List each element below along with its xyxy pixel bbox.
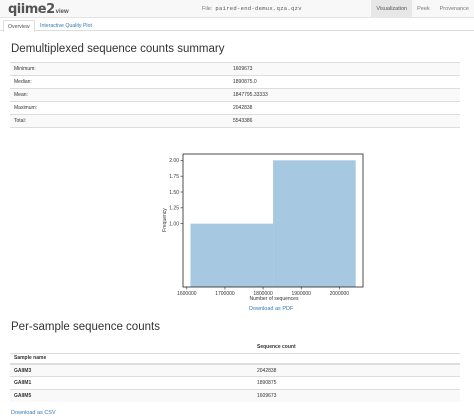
- y-tick-label: 1.00: [169, 221, 179, 227]
- sample-count: 1609673: [253, 388, 460, 402]
- summary-table: Minimum: 1609673 Median: 1890875.0 Mean: 18…: [10, 62, 460, 128]
- sample-count: 1890875: [253, 376, 460, 389]
- sample-count: 2042838: [253, 363, 460, 377]
- download-pdf-link[interactable]: Download as PDF: [249, 306, 293, 312]
- table-header-row: Sequence count: [10, 342, 460, 353]
- empty-header-cell: [253, 352, 460, 365]
- sample-name: GAIIM1: [10, 376, 253, 389]
- tab-visualization[interactable]: Visualization: [371, 0, 413, 18]
- view-tabs: Visualization Peek Provenance: [371, 0, 474, 18]
- logo-sub-text: view: [55, 9, 69, 15]
- table-row: Maximum: 2042838: [10, 101, 460, 115]
- summary-label: Mean:: [10, 88, 229, 102]
- x-tick-label: 1600000: [177, 291, 197, 297]
- file-label: File:: [202, 6, 213, 12]
- y-tick-label: 2.00: [169, 158, 179, 164]
- per-sample-title: Per-sample sequence counts: [11, 321, 160, 333]
- sequence-count-histogram: Frequency Number of sequences 1600000 170…: [152, 148, 374, 308]
- x-tick-label: 1800000: [253, 291, 273, 297]
- sample-name: GAIIM5: [10, 388, 253, 402]
- tab-provenance[interactable]: Provenance: [435, 0, 474, 18]
- table-row: GAIIM3 2042838: [10, 363, 460, 377]
- logo-text: qiime2: [8, 2, 55, 17]
- download-csv-link[interactable]: Download as CSV: [11, 410, 56, 416]
- column-header-sequence-count[interactable]: Sequence count: [253, 342, 460, 353]
- summary-label: Maximum:: [10, 101, 229, 115]
- x-tick-label: 1900000: [291, 291, 311, 297]
- table-row: GAIIM1 1890875: [10, 376, 460, 389]
- histogram-bar: [190, 223, 274, 287]
- table-row: Mean: 1847795.33333: [10, 88, 460, 102]
- qiime2-view-logo[interactable]: qiime2 view: [8, 1, 69, 17]
- summary-title: Demultiplexed sequence counts summary: [11, 43, 225, 55]
- tab-peek[interactable]: Peek: [412, 0, 435, 18]
- tab-overview[interactable]: Overview: [3, 20, 35, 32]
- summary-value: 5543386: [229, 114, 460, 128]
- sample-name: GAIIM3: [10, 363, 253, 377]
- empty-header-cell: [10, 342, 253, 353]
- table-index-row: Sample name: [10, 352, 460, 365]
- histogram-svg: Frequency Number of sequences 1600000 170…: [162, 153, 364, 302]
- summary-value: 2042838: [229, 101, 460, 115]
- per-sample-table: Sequence count Sample name GAIIM3 2042838…: [10, 342, 460, 402]
- y-tick-label: 1.50: [169, 190, 179, 196]
- summary-label: Minimum:: [10, 62, 229, 76]
- x-tick-label: 1700000: [215, 291, 235, 297]
- index-header-sample-name: Sample name: [10, 352, 253, 365]
- top-navbar: qiime2 view File: paired-end-demux.qza.qz…: [0, 0, 474, 18]
- file-indicator: File: paired-end-demux.qza.qzv: [202, 5, 302, 12]
- summary-label: Total:: [10, 114, 229, 128]
- y-axis-label: Frequency: [162, 208, 168, 232]
- table-row: Total: 5543386: [10, 114, 460, 128]
- x-tick-label: 2000000: [330, 291, 350, 297]
- file-name: paired-end-demux.qza.qzv: [215, 5, 302, 12]
- tab-interactive-quality-plot[interactable]: Interactive Quality Plot: [36, 20, 96, 32]
- table-row: Minimum: 1609673: [10, 62, 460, 76]
- histogram-bar: [273, 160, 356, 287]
- summary-value: 1609673: [229, 62, 460, 76]
- y-tick-label: 1.75: [169, 174, 179, 180]
- y-tick-label: 1.25: [169, 206, 179, 212]
- table-row: Median: 1890875.0: [10, 75, 460, 89]
- summary-label: Median:: [10, 75, 229, 89]
- summary-value: 1847795.33333: [229, 88, 460, 102]
- table-row: GAIIM5 1609673: [10, 388, 460, 402]
- summary-value: 1890875.0: [229, 75, 460, 89]
- content-tabs: Overview Interactive Quality Plot: [0, 18, 474, 32]
